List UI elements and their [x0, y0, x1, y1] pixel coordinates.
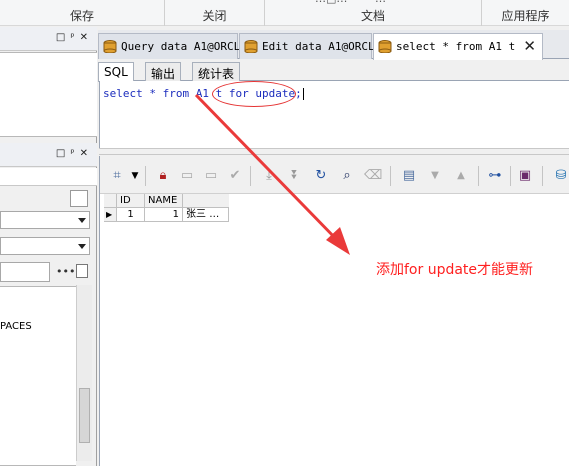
- cell-name-value: 张三: [186, 209, 206, 220]
- subtab-label: 统计表: [198, 67, 235, 81]
- cell-id[interactable]: 1: [145, 208, 183, 222]
- chevron-down-icon: [78, 244, 86, 249]
- annotation-text: 添加for update才能更新: [376, 262, 534, 278]
- left-panel-header-1: □ᵖ✕: [0, 27, 97, 51]
- application-group[interactable]: 应用程序: [482, 0, 569, 26]
- tab-label: Edit data A1@ORCL: [262, 40, 375, 53]
- grid-corner: [104, 194, 117, 208]
- cell-ellipsis-button[interactable]: …: [209, 209, 219, 220]
- last-record-icon[interactable]: ⏬︎: [286, 168, 304, 184]
- left-combo-2[interactable]: [0, 237, 90, 255]
- left-panel-area-1: [0, 52, 97, 137]
- left-panel-strip: [0, 168, 97, 186]
- database-icon: [244, 40, 258, 53]
- panel-controls-icon-2[interactable]: □ᵖ✕: [56, 148, 93, 159]
- left-scrollbar[interactable]: [76, 285, 92, 461]
- grid-header-filler: [183, 194, 229, 208]
- toolbar-separator: [510, 166, 511, 186]
- database-icon: [378, 40, 392, 53]
- row-number: 1: [117, 208, 145, 222]
- sub-tab-bar: SQL 输出 统计表: [98, 60, 569, 82]
- clear-icon[interactable]: ⌫: [364, 168, 382, 184]
- subtab-statistics[interactable]: 统计表: [192, 62, 241, 81]
- result-panel: ⌗ ▼ 🔒︎ ▭ ▭ ✔ ⤓ ⏬︎ ↻ ⌕ ⌫ ▤ ▼ ▲ ⊶ ▣ ⛁ ID N…: [99, 156, 569, 466]
- tree-item[interactable]: PACES: [0, 321, 32, 332]
- subtab-label: 输出: [151, 67, 176, 81]
- tab-query-data[interactable]: Query data A1@ORCL: [98, 33, 241, 59]
- database-connect-icon[interactable]: ⛁: [552, 168, 569, 184]
- previous-icon[interactable]: ▲: [452, 168, 470, 184]
- left-panel: □ᵖ✕ □ᵖ✕ ••• PACES: [0, 27, 97, 466]
- sql-text: select * from A1 t: [103, 87, 229, 100]
- grid-header-id[interactable]: ID: [117, 194, 145, 208]
- grid-options-icon[interactable]: ⌗: [108, 168, 126, 184]
- panel-controls-icon[interactable]: □ᵖ✕: [56, 32, 93, 43]
- insert-record-icon[interactable]: ▭: [178, 168, 196, 184]
- left-filter-input[interactable]: [0, 262, 50, 282]
- close-group-label: 关闭: [202, 9, 227, 23]
- application-group-label: 应用程序: [501, 9, 550, 23]
- delete-record-icon[interactable]: ▭: [202, 168, 220, 184]
- sql-editor[interactable]: select * from A1 t for update;: [99, 81, 569, 148]
- editor-tab-bar: Query data A1@ORCL Edit data A1@ORCL sel…: [98, 30, 569, 60]
- document-group[interactable]: …□…~~~… 文档: [265, 0, 482, 26]
- row-indicator-icon[interactable]: ▶: [104, 208, 117, 222]
- next-icon[interactable]: ▼: [426, 168, 444, 184]
- save-group[interactable]: 保存: [0, 0, 165, 26]
- highlight-ellipse: [212, 81, 296, 107]
- top-toolbar: 保存 关闭 …□…~~~… 文档 应用程序: [0, 0, 569, 26]
- document-group-label: 文档: [360, 9, 385, 23]
- lock-icon[interactable]: 🔒︎: [154, 168, 172, 184]
- cell-name[interactable]: 张三 …: [183, 208, 229, 222]
- result-toolbar: ⌗ ▼ 🔒︎ ▭ ▭ ✔ ⤓ ⏬︎ ↻ ⌕ ⌫ ▤ ▼ ▲ ⊶ ▣ ⛁: [100, 156, 569, 194]
- editor-splitter[interactable]: [99, 148, 569, 155]
- left-panel-header-2: □ᵖ✕: [0, 143, 97, 167]
- left-panel-button[interactable]: [70, 190, 88, 207]
- chevron-down-icon[interactable]: ▼: [126, 168, 144, 184]
- toolbar-separator: [542, 166, 543, 186]
- object-tree[interactable]: PACES: [0, 286, 76, 466]
- toolbar-separator: [250, 166, 251, 186]
- document-group-partial-text: …□…~~~…: [315, 0, 386, 5]
- refresh-icon[interactable]: ↻: [312, 168, 330, 184]
- close-icon[interactable]: ✕: [523, 37, 536, 55]
- tab-select-query[interactable]: select * from A1 t ✕: [373, 33, 543, 60]
- text-cursor: [302, 88, 304, 100]
- save-icon[interactable]: ▣: [516, 168, 534, 184]
- subtab-output[interactable]: 输出: [145, 62, 182, 81]
- scrollbar-thumb[interactable]: [79, 388, 90, 443]
- post-changes-icon[interactable]: ✔: [226, 168, 244, 184]
- toolbar-separator: [145, 166, 146, 186]
- single-record-view-icon[interactable]: ▤: [400, 168, 418, 184]
- left-combo-1[interactable]: [0, 211, 90, 229]
- toolbar-separator: [478, 166, 479, 186]
- chevron-down-icon: [78, 218, 86, 223]
- more-options-icon[interactable]: •••: [56, 265, 75, 278]
- database-icon: [103, 40, 117, 53]
- find-icon[interactable]: ⌕: [338, 168, 356, 184]
- tab-label: Query data A1@ORCL: [121, 40, 241, 53]
- save-group-label: 保存: [69, 9, 94, 23]
- toolbar-separator: [390, 166, 391, 186]
- new-file-icon[interactable]: [76, 264, 88, 278]
- tab-label: select * from A1 t: [396, 40, 516, 53]
- subtab-label: SQL: [104, 65, 128, 79]
- grid-header-name[interactable]: NAME: [145, 194, 183, 208]
- tab-edit-data[interactable]: Edit data A1@ORCL: [239, 33, 375, 59]
- first-record-icon[interactable]: ⤓: [260, 168, 278, 184]
- subtab-sql[interactable]: SQL: [98, 62, 134, 82]
- close-group[interactable]: 关闭: [165, 0, 265, 26]
- export-tree-icon[interactable]: ⊶: [486, 168, 504, 184]
